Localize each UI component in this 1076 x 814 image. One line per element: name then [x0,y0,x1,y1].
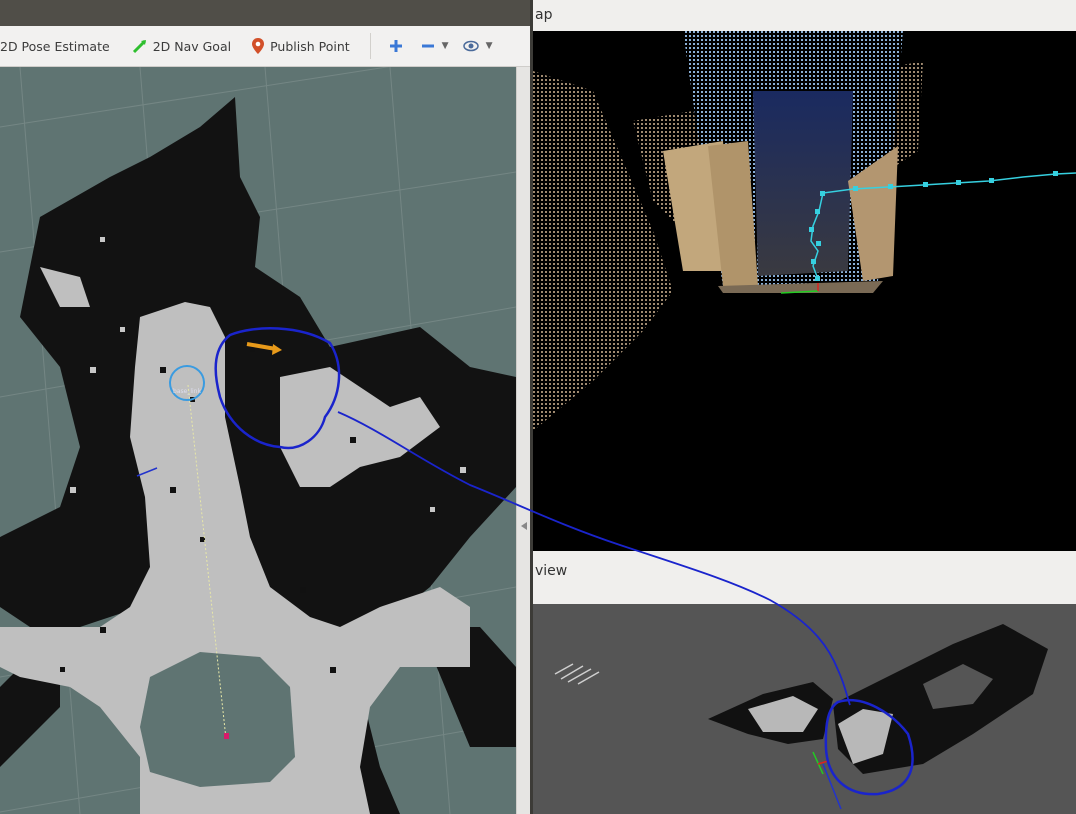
rviz-left-window: 2D Pose Estimate 2D Nav Goal Publish Poi… [0,0,531,814]
window-titlebar[interactable] [0,0,530,26]
publish-point-label: Publish Point [270,38,350,54]
top-panel-title: ap [533,0,1076,30]
unknown-region [140,652,295,787]
goal-marker [224,733,229,739]
pose-estimate-tool[interactable]: 2D Pose Estimate [0,26,116,66]
add-tool-button[interactable] [383,26,409,66]
chevron-down-icon: ▼ [441,41,449,51]
panel-scrollbar[interactable] [516,67,531,814]
rviz-toolbar: 2D Pose Estimate 2D Nav Goal Publish Poi… [0,26,530,67]
publish-point-tool[interactable]: Publish Point [245,26,356,66]
eye-icon [462,40,479,52]
pointcloud-canvas[interactable] [533,31,1076,551]
top-panel-title-text: ap [535,7,553,23]
pose-estimate-label: 2D Pose Estimate [0,38,110,54]
occupancy-grid-canvas[interactable]: base_link [0,67,516,814]
toolbar-separator [369,33,371,59]
nav-goal-tool[interactable]: 2D Nav Goal [126,26,237,66]
remove-tool-button[interactable]: ▼ [415,26,455,66]
bottom-panel-title-text: view [535,563,568,579]
minus-icon [421,44,434,48]
collapse-arrow-icon[interactable] [517,67,531,814]
rviz-map-render-view[interactable]: base_link [0,67,516,814]
pointcloud-3d-view[interactable] [533,31,1076,551]
plus-icon [389,40,402,52]
robot-label: base_link [173,388,201,395]
bottom-grid-canvas[interactable] [533,604,1076,814]
rviz-right-window: ap view [533,0,1076,814]
grid-view-bottom[interactable] [533,604,1076,814]
tunnel-interior [753,91,853,276]
map-pin-icon [252,38,265,54]
nav-goal-arrow-icon [132,39,146,54]
view-tool-button[interactable]: ▼ [457,26,499,66]
chevron-down-icon: ▼ [485,41,493,51]
bottom-panel-title: view [533,556,1076,586]
nav-goal-label: 2D Nav Goal [152,38,232,54]
